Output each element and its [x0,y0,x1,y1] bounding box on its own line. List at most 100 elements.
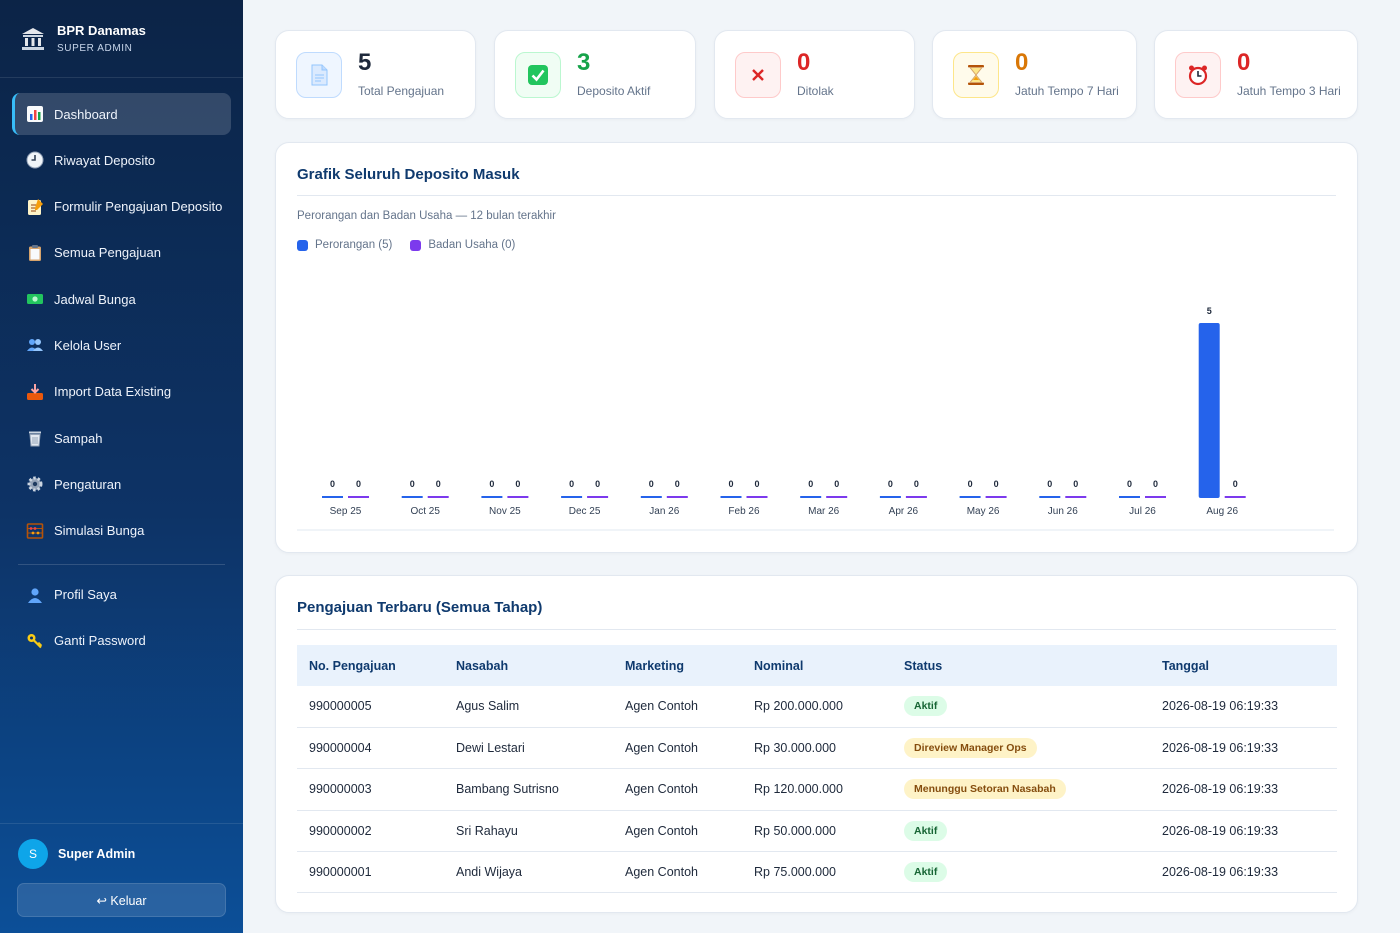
data-label: 0 [1233,479,1238,489]
cell-no-pengajuan: 990000001 [297,851,444,894]
bar [905,496,927,498]
x-tick-label: Oct 25 [410,506,440,517]
cell-nasabah: Sri Rahayu [444,810,613,853]
data-label: 0 [649,479,654,489]
data-label: 0 [1047,479,1052,489]
x-tick-label: Jul 26 [1129,506,1156,517]
cell-marketing: Agen Contoh [613,810,742,853]
table-title: Pengajuan Terbaru (Semua Tahap) [297,599,543,616]
bar [1039,496,1061,498]
sidebar-item-simulasi-bunga[interactable]: Simulasi Bunga [12,510,231,552]
data-label: 0 [914,479,919,489]
bar [322,496,343,498]
memo-icon [25,197,45,217]
status-badge: Aktif [904,696,948,717]
sidebar-item-ganti-password[interactable]: Ganti Password [12,620,231,662]
sidebar-item-formulir-pengajuan[interactable]: Formulir Pengajuan Deposito [12,186,231,228]
bar [507,496,529,498]
stat-value: 0 [1237,49,1251,76]
data-label: 0 [834,479,839,489]
cell-tanggal: 2026-08-19 06:19:33 [1150,768,1337,811]
bar [826,496,848,498]
sidebar-item-label: Import Data Existing [54,384,172,400]
table-row[interactable]: 990000004 Dewi Lestari Agen Contoh Rp 30… [297,727,1337,770]
table-row[interactable]: 990000003 Bambang Sutrisno Agen Contoh R… [297,768,1337,811]
x-tick-label: Aug 26 [1206,506,1238,517]
users-icon [25,335,45,355]
brand: BPR Danamas SUPER ADMIN [0,0,243,78]
table-row[interactable]: 990000001 Andi Wijaya Agen Contoh Rp 75.… [297,851,1337,894]
bar [348,496,369,498]
user-icon [25,585,45,605]
data-label: 0 [968,479,973,489]
data-label: 0 [489,479,494,489]
sidebar-item-riwayat-deposito[interactable]: Riwayat Deposito [12,139,231,181]
money-icon [25,289,45,309]
data-label: 0 [330,479,335,489]
divider [297,629,1336,630]
cell-marketing: Agen Contoh [613,851,742,894]
alarm-clock-icon [1175,52,1221,98]
sidebar-item-label: Semua Pengajuan [54,245,161,261]
sidebar-item-jadwal-bunga[interactable]: Jadwal Bunga [12,278,231,320]
sidebar-item-kelola-user[interactable]: Kelola User [12,324,231,366]
stat-label: Ditolak [797,84,834,98]
status-badge: Direview Manager Ops [904,738,1037,759]
clipboard-icon [25,243,45,263]
cross-icon [735,52,781,98]
data-label: 0 [888,479,893,489]
table-row[interactable]: 990000002 Sri Rahayu Agen Contoh Rp 50.0… [297,810,1337,853]
status-badge: Menunggu Setoran Nasabah [904,779,1066,800]
bar [1198,323,1220,498]
stat-value: 0 [797,49,811,76]
data-label: 0 [808,479,813,489]
sidebar-item-profil-saya[interactable]: Profil Saya [12,574,231,616]
sidebar-item-pengaturan[interactable]: Pengaturan [12,463,231,505]
data-label: 0 [1153,479,1158,489]
x-tick-label: Mar 26 [808,506,840,517]
x-tick-label: Sep 25 [330,506,362,517]
stat-value: 3 [577,49,591,76]
data-label: 0 [356,479,361,489]
x-tick-label: Jun 26 [1048,506,1078,517]
column-header: No. Pengajuan [297,645,444,686]
cell-tanggal: 2026-08-19 06:19:33 [1150,810,1337,853]
sidebar-item-import-data[interactable]: Import Data Existing [12,371,231,413]
x-tick-label: Dec 25 [569,506,601,517]
bar [720,496,742,498]
submissions-table: No. Pengajuan Nasabah Marketing Nominal … [297,645,1337,894]
cell-status: Direview Manager Ops [892,727,1150,770]
cell-nasabah: Dewi Lestari [444,727,613,770]
document-icon [296,52,342,98]
data-label: 0 [436,479,441,489]
cell-nasabah: Agus Salim [444,686,613,728]
cell-tanggal: 2026-08-19 06:19:33 [1150,851,1337,894]
data-label: 0 [994,479,999,489]
table-row[interactable]: 990000005 Agus Salim Agen Contoh Rp 200.… [297,686,1337,728]
bar [879,496,901,498]
bar [561,496,583,498]
sidebar-item-label: Ganti Password [54,633,146,649]
data-label: 0 [1073,479,1078,489]
cell-no-pengajuan: 990000005 [297,686,444,728]
status-badge: Aktif [904,820,948,841]
sidebar-nav: Dashboard Riwayat Deposito Formulir Peng… [12,93,231,666]
cell-nominal: Rp 30.000.000 [742,727,892,770]
stat-card-deposito-aktif: 3 Deposito Aktif [494,30,696,119]
data-label: 0 [569,479,574,489]
stat-value: 5 [358,49,372,76]
status-badge: Aktif [904,862,948,883]
sidebar-item-sampah[interactable]: Sampah [12,417,231,459]
hourglass-icon [953,52,999,98]
bar [401,496,423,498]
sidebar-item-dashboard[interactable]: Dashboard [12,93,231,135]
data-label: 0 [728,479,733,489]
cell-tanggal: 2026-08-19 06:19:33 [1150,686,1337,728]
logout-button[interactable]: ↩ Keluar [17,883,226,917]
sidebar-item-label: Kelola User [54,337,122,353]
cell-marketing: Agen Contoh [613,768,742,811]
key-icon [25,631,45,651]
sidebar-item-semua-pengajuan[interactable]: Semua Pengajuan [12,232,231,274]
recent-submissions-card: Pengajuan Terbaru (Semua Tahap) No. Peng… [275,575,1358,913]
sidebar-item-label: Jadwal Bunga [54,291,136,307]
